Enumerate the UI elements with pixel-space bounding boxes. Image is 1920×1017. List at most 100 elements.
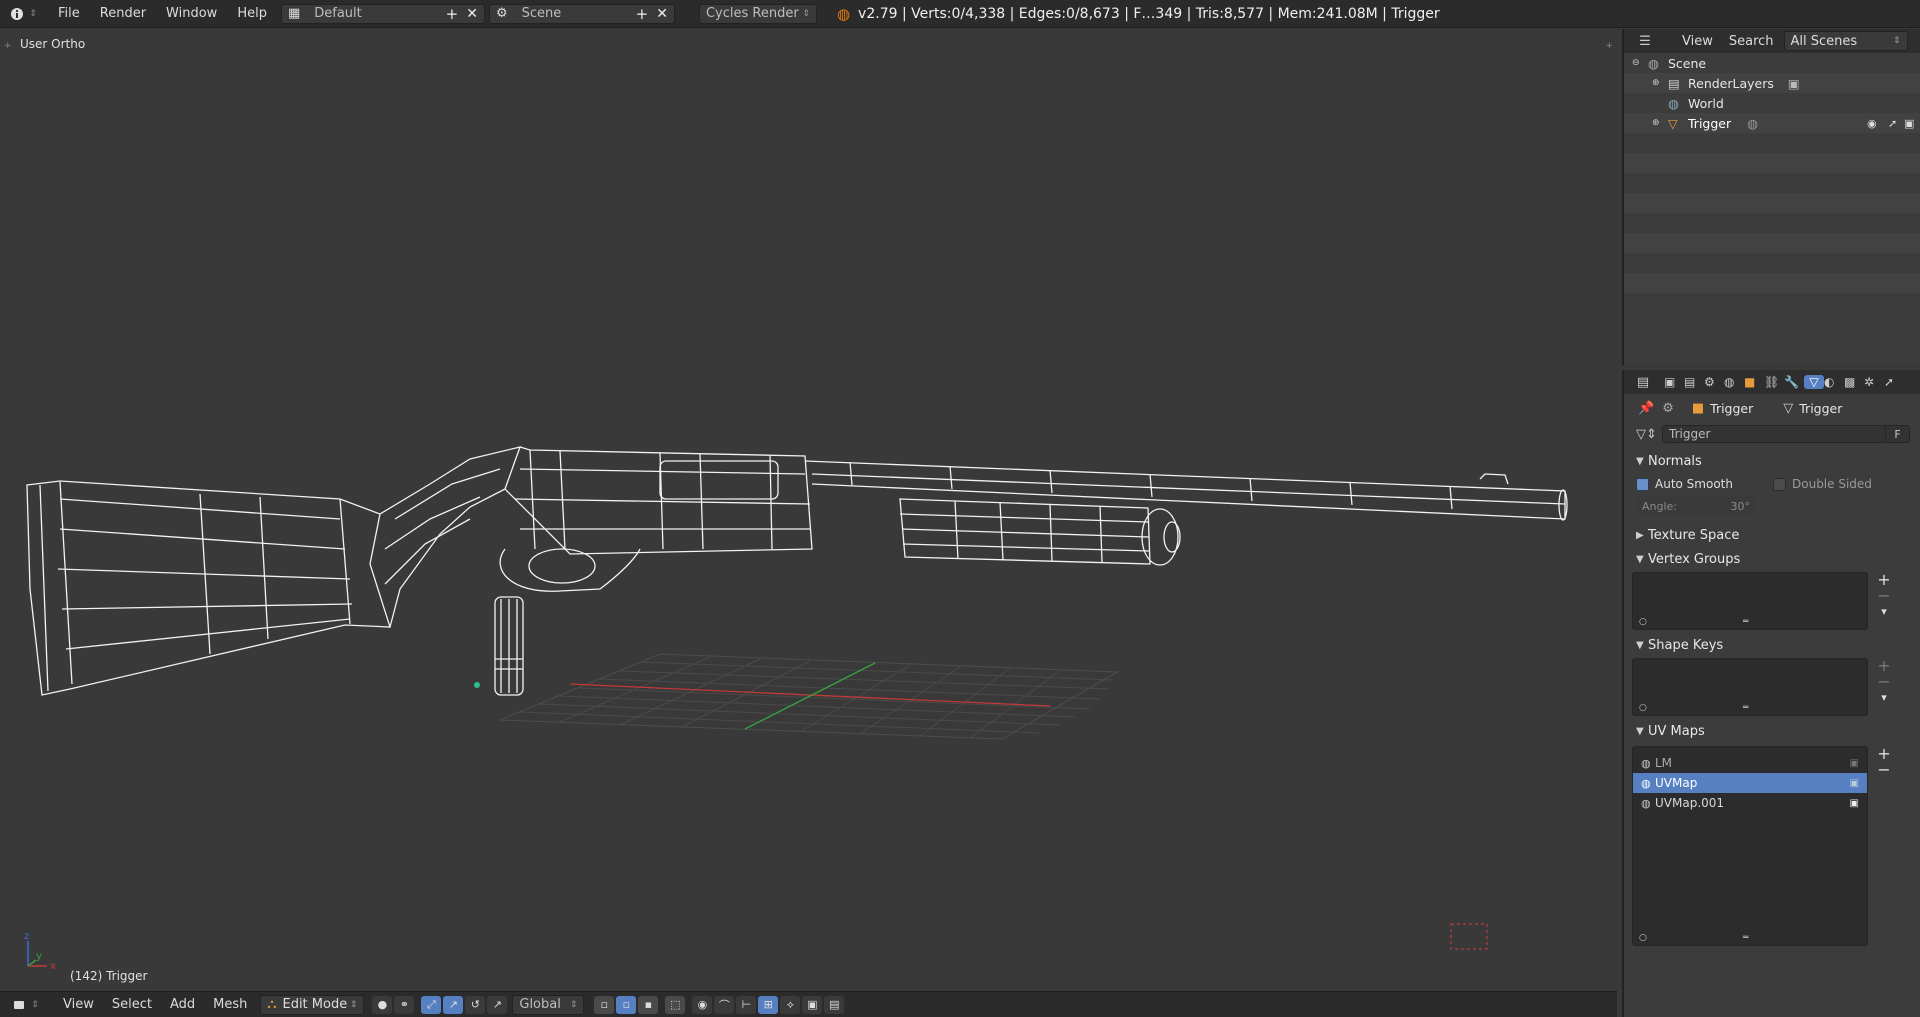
tab-scene-icon[interactable]: ⚙	[1704, 375, 1724, 389]
limit-selection-icon[interactable]: ⬚	[665, 995, 686, 1014]
fake-user-button[interactable]: F	[1886, 425, 1910, 443]
tab-world-icon[interactable]: ◍	[1724, 375, 1744, 389]
tab-material-icon[interactable]: ◐	[1824, 375, 1844, 389]
outliner-item-scene[interactable]: ⊖ ◍ Scene	[1624, 53, 1920, 73]
uv-maps-panel-header[interactable]: ▼ UV Maps	[1624, 720, 1920, 742]
resize-handle-icon[interactable]: ═	[1743, 703, 1748, 713]
expand-toggle-icon[interactable]: ⊕	[1652, 78, 1668, 88]
outliner-search-menu[interactable]: Search	[1721, 34, 1782, 49]
tab-object-icon[interactable]: ■	[1744, 375, 1764, 389]
properties-editor-icon[interactable]: ▤	[1632, 372, 1654, 392]
mesh-name-field[interactable]: Trigger	[1662, 425, 1886, 443]
transform-manipulator-icon[interactable]: ↗	[443, 995, 464, 1014]
menu-file[interactable]: File	[48, 6, 90, 21]
shape-keys-panel-header[interactable]: ▼ Shape Keys	[1624, 634, 1920, 656]
close-scene-icon[interactable]: ✕	[656, 6, 668, 22]
uv-map-item-selected[interactable]: ◍ UVMap ▣	[1633, 773, 1867, 793]
render-engine-select[interactable]: Cycles Render ⇕	[698, 3, 817, 24]
snap-element-icon[interactable]: ⊢	[736, 995, 757, 1014]
display-mode-select[interactable]: All Scenes ⇕	[1783, 31, 1908, 51]
expand-toggle-icon[interactable]: ⊖	[1632, 58, 1648, 68]
normals-panel-header[interactable]: ▼ Normals	[1624, 450, 1920, 472]
pivot-point-icon[interactable]: ⚭	[394, 995, 415, 1014]
auto-smooth-checkbox[interactable]	[1636, 477, 1649, 491]
filter-icon[interactable]: ○	[1639, 703, 1647, 713]
mesh-datablock-icon[interactable]: ▽⇕	[1636, 427, 1662, 442]
resize-handle-icon[interactable]: ═	[1743, 617, 1748, 627]
info-editor-icon[interactable]	[6, 4, 28, 24]
interaction-mode-select[interactable]: ⛬ Edit Mode ⇕	[260, 994, 365, 1015]
texture-space-panel-header[interactable]: ▶ Texture Space	[1624, 524, 1920, 546]
snap-target-icon[interactable]: ⟡	[780, 995, 801, 1014]
menu-render[interactable]: Render	[90, 6, 156, 21]
menu-view[interactable]: View	[54, 997, 103, 1012]
visibility-eye-icon[interactable]: ◉	[1867, 117, 1877, 130]
outliner-item-renderlayers[interactable]: ⊕ ▤ RenderLayers ▣	[1624, 73, 1920, 93]
filter-icon[interactable]: ○	[1639, 933, 1647, 943]
menu-select[interactable]: Select	[103, 997, 161, 1012]
opengl-animation-icon[interactable]: ▤	[824, 995, 845, 1014]
uv-maps-list[interactable]: ◍ LM ▣ ◍ UVMap ▣ ◍ UVMap.001 ▣ ○ ═	[1632, 746, 1868, 946]
shading-solid-icon[interactable]: ●	[372, 995, 393, 1014]
3d-viewport[interactable]: User Ortho + + z x y (142) Trigger	[0, 29, 1617, 991]
snap-toggle-icon[interactable]: ⊞	[758, 995, 779, 1014]
active-render-camera-icon[interactable]: ▣	[1850, 758, 1859, 769]
scale-manipulator-icon[interactable]: ↗	[487, 995, 508, 1014]
scene-select[interactable]: ⚙ Scene + ✕	[488, 3, 675, 24]
outliner-item-trigger[interactable]: ⊕ ▽ Trigger ◍ ◉ ➚ ▣	[1624, 113, 1920, 133]
remove-vertex-group-button[interactable]: −	[1876, 588, 1892, 604]
proportional-edit-icon[interactable]: ◉	[692, 995, 713, 1014]
proportional-falloff-icon[interactable]: ⌒	[714, 995, 735, 1014]
shape-keys-list[interactable]: ○ ═	[1632, 658, 1868, 716]
uv-map-item[interactable]: ◍ LM ▣	[1633, 753, 1867, 773]
outliner-editor-icon[interactable]: ☰	[1634, 31, 1656, 51]
transform-orientation-select[interactable]: Global ⇕	[512, 994, 585, 1015]
edge-select-icon[interactable]: ▫	[616, 995, 637, 1014]
angle-field[interactable]: Angle: 30°	[1636, 496, 1756, 516]
shape-key-specials-icon[interactable]: ▾	[1876, 690, 1892, 706]
resize-handle-icon[interactable]: ═	[1743, 933, 1748, 943]
editor-type-arrows-icon[interactable]: ⇕	[30, 995, 40, 1015]
face-select-icon[interactable]: ▪	[638, 995, 659, 1014]
outliner-item-world[interactable]: ◍ World	[1624, 93, 1920, 113]
vertex-groups-panel-header[interactable]: ▼ Vertex Groups	[1624, 548, 1920, 570]
translate-manipulator-icon[interactable]: ⤢	[421, 995, 442, 1014]
active-render-camera-icon[interactable]: ▣	[1850, 798, 1859, 809]
remove-shape-key-button[interactable]: −	[1876, 674, 1892, 690]
add-scene-icon[interactable]: +	[636, 5, 649, 23]
outliner-view-menu[interactable]: View	[1674, 34, 1721, 49]
editor-type-arrows-icon[interactable]: ⇕	[28, 4, 38, 24]
menu-mesh[interactable]: Mesh	[204, 997, 256, 1012]
tab-constraints-icon[interactable]: ⛓	[1764, 375, 1784, 389]
renderable-camera-icon[interactable]: ▣	[1904, 117, 1914, 130]
active-render-camera-icon[interactable]: ▣	[1850, 778, 1859, 789]
vertex-group-specials-icon[interactable]: ▾	[1876, 604, 1892, 620]
tab-render-layers-icon[interactable]: ▤	[1684, 375, 1704, 389]
remove-uv-map-button[interactable]: −	[1876, 762, 1892, 778]
expand-toggle-icon[interactable]: ⊕	[1652, 118, 1668, 128]
menu-window[interactable]: Window	[156, 6, 227, 21]
menu-help[interactable]: Help	[227, 6, 277, 21]
vertex-select-icon[interactable]: ▫	[594, 995, 615, 1014]
tab-modifiers-icon[interactable]: 🔧	[1784, 375, 1804, 389]
opengl-render-icon[interactable]: ▣	[802, 995, 823, 1014]
screen-layout-select[interactable]: ▦ Default + ✕	[280, 3, 485, 24]
pin-icon[interactable]: 📌	[1638, 401, 1654, 416]
rotate-manipulator-icon[interactable]: ↺	[465, 995, 486, 1014]
uv-map-item[interactable]: ◍ UVMap.001 ▣	[1633, 793, 1867, 813]
tab-texture-icon[interactable]: ▩	[1844, 375, 1864, 389]
selectable-arrow-icon[interactable]: ➚	[1888, 117, 1897, 130]
filter-icon[interactable]: ○	[1639, 617, 1647, 627]
vertex-groups-list[interactable]: ○ ═	[1632, 572, 1868, 630]
close-layout-icon[interactable]: ✕	[466, 6, 478, 22]
tab-physics-icon[interactable]: ➚	[1884, 375, 1904, 389]
menu-add[interactable]: Add	[161, 997, 204, 1012]
info-header: ⇕ File Render Window Help ▦ Default + ✕ …	[0, 0, 1920, 28]
add-layout-icon[interactable]: +	[446, 5, 459, 23]
tab-mesh-data-icon[interactable]: ▽	[1804, 375, 1824, 389]
tab-particles-icon[interactable]: ✲	[1864, 375, 1884, 389]
double-sided-checkbox[interactable]	[1773, 477, 1786, 491]
viewport-canvas[interactable]: z x y	[0, 29, 1617, 991]
3d-view-editor-icon[interactable]	[8, 995, 30, 1015]
tab-render-icon[interactable]: ▣	[1664, 375, 1684, 389]
